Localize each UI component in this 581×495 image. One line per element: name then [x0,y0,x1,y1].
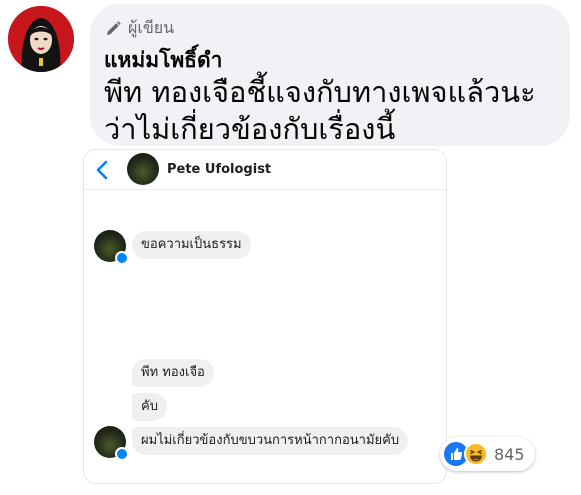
comment-text: พีท ทองเจือชี้แจงกับทางเพจแล้วนะ ว่าไม่เ… [104,75,536,146]
comment-bubble: ผู้เขียน แหม่มโพธิ์ดำ พีท ทองเจือชี้แจงก… [90,4,570,146]
sender-avatar [94,426,129,461]
reactions-summary[interactable]: 845 [440,437,535,471]
messenger-badge-icon [115,447,129,461]
page-avatar [127,153,159,185]
commenter-avatar[interactable] [8,6,74,72]
author-badge: ผู้เขียน [104,16,174,41]
sender-avatar [94,230,129,265]
message-bubble: ขอความเป็นธรรม [132,231,251,259]
reaction-count: 845 [494,444,525,464]
messenger-screenshot[interactable]: Pete Ufologist ขอความเป็นธรรม พีท ทองเจื… [84,150,446,483]
message-bubble: พีท ทองเจือ [132,359,214,387]
author-badge-label: ผู้เขียน [128,18,175,37]
message-bubble: คับ [132,393,167,421]
back-chevron-icon [94,159,110,181]
messenger-badge-icon [115,251,129,265]
message-bubble: ผมไม่เกี่ยวข้องกับขบวนการหน้ากากอนามัยคั… [132,427,409,455]
pencil-icon [104,20,122,38]
page-name: Pete Ufologist [167,162,272,177]
messenger-header: Pete Ufologist [84,150,446,190]
haha-icon [464,442,488,466]
comment-author-name[interactable]: แหม่มโพธิ์ดำ [104,44,222,77]
